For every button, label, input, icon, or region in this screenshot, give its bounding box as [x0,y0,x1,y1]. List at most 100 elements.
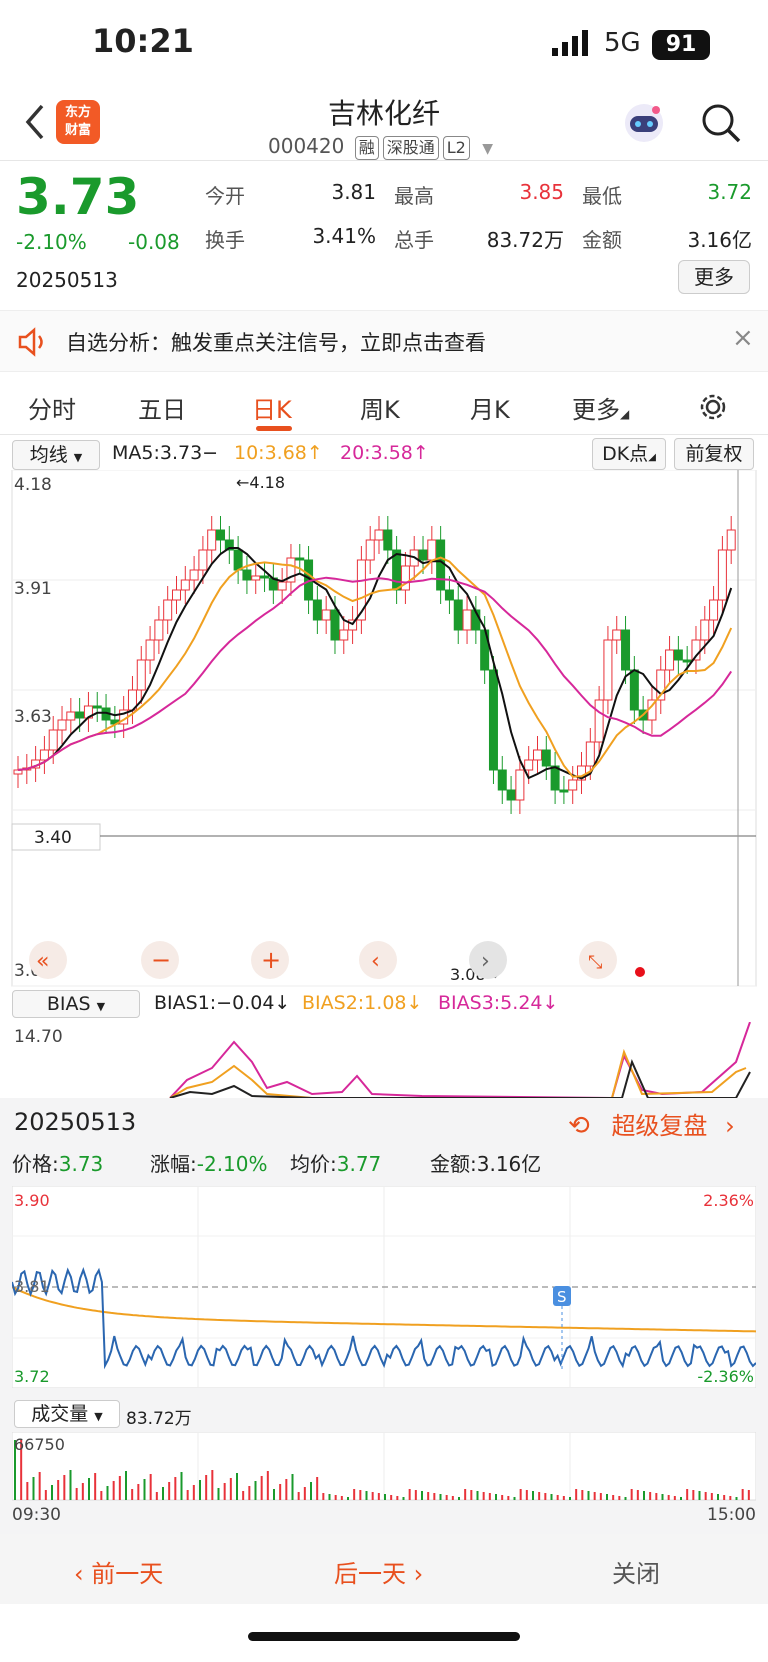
pan-right-button[interactable]: › [469,941,507,979]
volume-bar [729,1496,732,1500]
svg-text:−: − [151,946,171,974]
tab-more[interactable]: 更多◢ [572,390,629,425]
candle [726,529,736,551]
volume-bar [747,1490,750,1500]
volume-bar [636,1490,639,1500]
volume-bar [199,1480,201,1500]
time-end-label: 15:00 [707,1505,756,1524]
candle [444,589,454,601]
alert-banner[interactable]: 自选分析：触发重点关注信号，立即点击查看 × [0,310,768,372]
volume-bar [254,1481,257,1500]
candle [233,549,243,571]
candle [682,659,692,663]
volume-bar [525,1490,528,1500]
volume-bar [155,1492,158,1500]
candle [568,779,578,791]
more-button[interactable]: 更多 [678,260,750,294]
volume-bar [242,1491,245,1500]
ma10-value: 10:3.68↑ [234,442,323,464]
volume-bar [421,1491,423,1500]
intraday-chart[interactable]: S 3.90 3.81 3.72 2.36% -2.36% [12,1186,756,1388]
home-indicator [248,1632,520,1641]
volume-bar [347,1497,349,1500]
fullscreen-button[interactable]: ⤡ [579,941,617,979]
volume-bar [624,1497,627,1500]
volume-bar [402,1497,405,1500]
volume-bar [655,1493,658,1500]
bias3-line [169,1022,751,1098]
bias-legend: BIAS ▼ BIAS1:−0.04↓ BIAS2:1.08↓ BIAS3:5.… [12,990,756,1020]
stock-code-line[interactable]: 000420 融深股通 L2 ▼ [268,134,493,160]
candle [532,749,542,761]
candle [383,529,393,551]
candle [550,765,560,791]
volume-bar [550,1494,553,1500]
detail-date: 20250513 [14,1108,137,1136]
volume-bar [445,1495,448,1500]
detail-change: 涨幅:-2.10% [150,1152,268,1176]
next-day-button[interactable]: 后一天 › [334,1554,423,1589]
tab-monthly-k[interactable]: 月K [470,390,510,425]
candle [66,711,76,721]
candle [216,529,226,541]
prev-day-button[interactable]: ‹ 前一天 [74,1554,163,1589]
ma-dropdown[interactable]: 均线 ▼ [12,440,100,470]
volume-bar [710,1493,713,1500]
tag-level2: L2 [442,136,470,160]
candle [251,575,261,581]
bias2-line [169,1048,747,1098]
last-price: 3.73 [16,168,140,226]
volume-bar [513,1497,516,1500]
pan-left-button[interactable]: ‹ [359,941,397,979]
volume-bar [81,1483,84,1500]
candle [506,789,516,801]
time-start-label: 09:30 [12,1505,61,1524]
volume-bar [673,1496,676,1500]
candle [709,599,719,621]
search-icon[interactable] [700,102,742,144]
settings-gear-icon[interactable] [698,392,728,422]
tab-daily-k[interactable]: 日K [252,390,292,425]
robot-assistant-icon[interactable] [622,102,666,144]
volume-bar [458,1497,460,1500]
close-icon[interactable]: × [732,323,754,353]
candle [374,529,384,541]
candle [163,599,173,621]
volume-bar [408,1489,411,1500]
volume-bar [100,1491,103,1500]
tab-weekly-k[interactable]: 周K [360,390,400,425]
volume-bar [149,1474,152,1500]
volume-bar [168,1482,171,1500]
volume-bar [192,1485,195,1500]
volume-bar [606,1494,608,1500]
close-button[interactable]: 关闭 [612,1554,660,1589]
zoom-out-button[interactable]: − [141,941,179,979]
zoom-in-button[interactable]: + [251,941,289,979]
volume-bar [94,1473,97,1500]
zoom-left-button[interactable]: « [29,941,67,979]
field-open: 3.81 [331,180,376,204]
volume-bar [569,1497,571,1500]
y-bottom-label: 3.72 [14,1367,50,1386]
candle [171,589,181,601]
tab-five-day[interactable]: 五日 [138,390,186,425]
volume-bar [260,1476,263,1500]
replay-link[interactable]: ⟲ 超级复盘 › [568,1106,735,1141]
candle [612,629,622,641]
kline-chart[interactable]: 4.18 3.91 3.63 3.08 3.40 ←4.18 3.08→ « −… [0,470,768,990]
candle [295,557,305,561]
bias1-value: BIAS1:−0.04↓ [154,992,291,1014]
volume-chart: 66750 09:30 15:00 [12,1432,756,1524]
candle [436,539,446,591]
candle [462,609,472,631]
field-high: 3.85 [519,180,564,204]
volume-bar [396,1496,399,1500]
indicator-dropdown[interactable]: BIAS ▼ [12,990,140,1018]
adjust-button[interactable]: 前复权 [674,438,754,470]
status-time: 10:21 [92,22,194,60]
tab-intraday[interactable]: 分时 [28,390,76,425]
field-label: 总手 [394,228,434,252]
volume-bar [38,1472,41,1500]
volume-dropdown[interactable]: 成交量 ▼ [14,1400,120,1428]
dk-point-button[interactable]: DK点◢ [592,438,666,470]
